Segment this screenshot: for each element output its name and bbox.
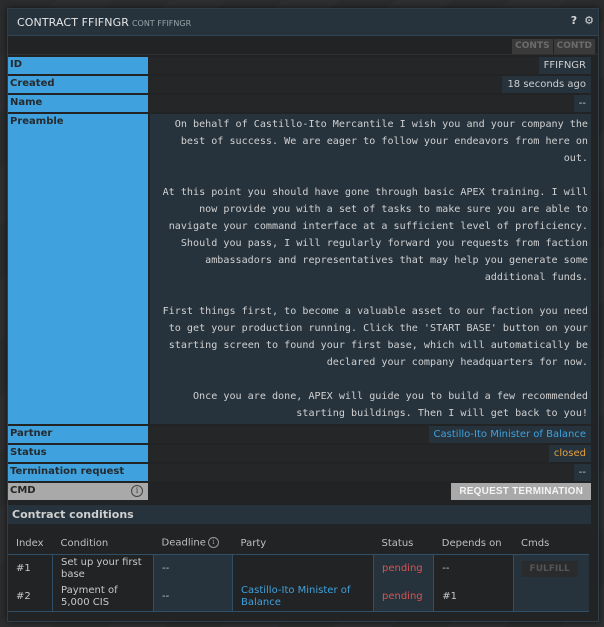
status-pending: pending bbox=[382, 563, 423, 574]
col-party: Party bbox=[232, 532, 374, 555]
cell-party bbox=[232, 554, 374, 583]
field-id: ID FFIFNGR bbox=[8, 57, 591, 74]
partner-link[interactable]: Castillo-Ito Minister of Balance bbox=[428, 426, 591, 443]
field-value: FFIFNGR bbox=[538, 57, 591, 74]
info-icon[interactable]: i bbox=[207, 537, 219, 549]
contract-form: ID FFIFNGR Created 18 seconds ago Name -… bbox=[8, 57, 598, 500]
window-title: CONTRACT FFIFNGR bbox=[17, 15, 129, 29]
col-depends-on: Depends on bbox=[433, 532, 514, 555]
cell-cmds: FULFILL bbox=[513, 554, 589, 583]
cell-party: Castillo-Ito Minister of Balance bbox=[232, 583, 374, 612]
field-created: Created 18 seconds ago bbox=[8, 76, 591, 93]
party-link[interactable]: Castillo-Ito Minister of Balance bbox=[241, 585, 350, 608]
field-label: Created bbox=[8, 76, 148, 93]
table-row: #2 Payment of 5,000 CIS -- Castillo-Ito … bbox=[8, 583, 589, 612]
cell-status: pending bbox=[373, 554, 434, 583]
buffer-bar: CONTS CONTD bbox=[8, 36, 598, 55]
cell-depends-on: #1 bbox=[433, 583, 514, 612]
cell-status: pending bbox=[373, 583, 434, 612]
contract-window: CONTRACT FFIFNGR CONT FFIFNGR ? ⚙ CONTS … bbox=[7, 8, 599, 622]
gear-icon[interactable]: ⚙ bbox=[584, 14, 594, 27]
fulfill-button[interactable]: FULFILL bbox=[521, 561, 578, 577]
cell-index: #1 bbox=[16, 563, 31, 574]
field-value: 18 seconds ago bbox=[502, 76, 591, 93]
field-name: Name -- bbox=[8, 95, 591, 112]
request-termination-button[interactable]: REQUEST TERMINATION bbox=[451, 483, 591, 500]
cell-deadline: -- bbox=[153, 583, 233, 612]
col-cmds: Cmds bbox=[513, 532, 589, 555]
col-condition: Condition bbox=[52, 532, 154, 555]
field-partner: Partner Castillo-Ito Minister of Balance bbox=[8, 426, 591, 443]
field-value: -- bbox=[573, 464, 591, 481]
field-label: ID bbox=[8, 57, 148, 74]
status-pending: pending bbox=[382, 591, 423, 602]
window-subtitle: CONT FFIFNGR bbox=[131, 18, 192, 28]
conditions-table: Index Condition Deadline i Party Status D… bbox=[8, 532, 589, 612]
conts-button[interactable]: CONTS bbox=[512, 39, 553, 54]
field-label: Name bbox=[8, 95, 148, 112]
cmd-label: CMD bbox=[10, 485, 36, 496]
field-status: Status closed bbox=[8, 445, 591, 462]
field-label: Status bbox=[8, 445, 148, 462]
info-icon[interactable]: i bbox=[131, 485, 143, 497]
title-bar[interactable]: CONTRACT FFIFNGR CONT FFIFNGR ? ⚙ bbox=[8, 9, 598, 36]
preamble-text: On behalf of Castillo-Ito Mercantile I w… bbox=[162, 119, 588, 419]
field-label: Termination request bbox=[8, 464, 148, 481]
field-label: Partner bbox=[8, 426, 148, 443]
field-value: -- bbox=[573, 95, 591, 112]
cell-cmds bbox=[513, 583, 589, 612]
field-cmd: CMD i REQUEST TERMINATION bbox=[8, 483, 591, 500]
cell-condition: Set up your first base bbox=[52, 554, 154, 583]
field-preamble: Preamble On behalf of Castillo-Ito Merca… bbox=[8, 114, 591, 424]
help-icon[interactable]: ? bbox=[571, 14, 577, 27]
status-badge: closed bbox=[548, 445, 591, 462]
cell-index: #2 bbox=[8, 583, 53, 612]
cell-deadline: -- bbox=[153, 554, 233, 583]
col-deadline-label: Deadline bbox=[161, 537, 206, 549]
cell-depends-on: -- bbox=[433, 554, 514, 583]
field-label: Preamble bbox=[8, 114, 148, 424]
col-status: Status bbox=[373, 532, 434, 555]
col-deadline: Deadline i bbox=[153, 532, 233, 555]
field-termination-request: Termination request -- bbox=[8, 464, 591, 481]
conditions-heading: Contract conditions bbox=[8, 505, 591, 524]
col-index: Index bbox=[8, 532, 53, 555]
table-row: #1 Set up your first base -- pending -- … bbox=[8, 554, 589, 583]
field-label: CMD i bbox=[8, 483, 148, 500]
contd-button[interactable]: CONTD bbox=[553, 39, 595, 54]
cell-condition: Payment of 5,000 CIS bbox=[52, 583, 154, 612]
